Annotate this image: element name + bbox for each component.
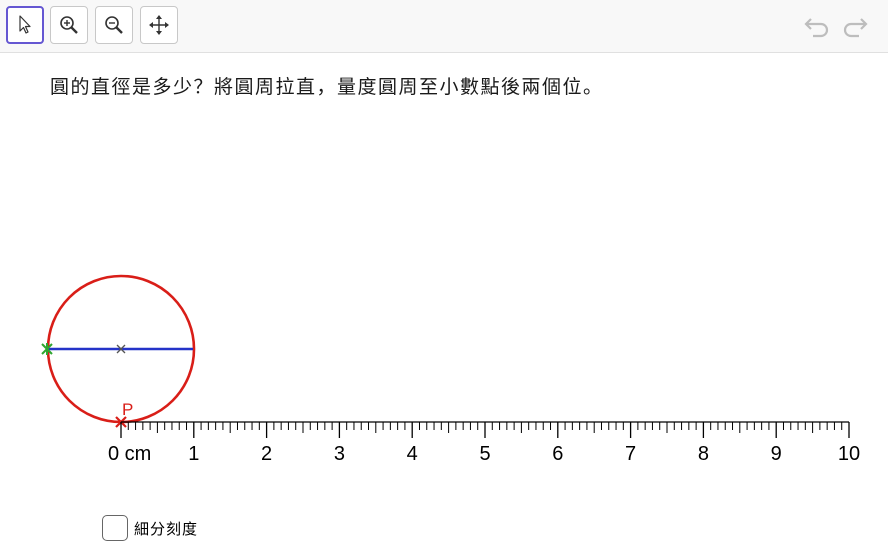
circle-figure[interactable]: P (41, 274, 196, 428)
ruler-tick-label: 10 (838, 443, 860, 465)
ruler-tick-label: 7 (625, 443, 636, 465)
move-arrows-icon (149, 15, 169, 35)
redo-icon (843, 18, 868, 38)
fine-ticks-label: 細分刻度 (134, 519, 199, 538)
ruler-tick-label: 1 (188, 443, 199, 465)
toolbar (0, 0, 888, 53)
fine-ticks-checkbox[interactable] (102, 515, 128, 541)
undo-button[interactable] (802, 12, 834, 40)
undo-icon (804, 18, 829, 38)
zoom-out-button[interactable] (95, 6, 133, 44)
ruler-tick-label: 8 (698, 443, 709, 465)
ruler: 0 cm 1 2 3 4 5 6 7 8 9 10 (108, 421, 860, 465)
fine-ticks-option: 細分刻度 (102, 515, 198, 541)
zoom-in-button[interactable] (50, 6, 88, 44)
zoom-out-icon (105, 16, 123, 34)
redo-button[interactable] (838, 12, 870, 40)
ruler-tick-label: 2 (261, 443, 272, 465)
zoom-in-icon (60, 16, 78, 34)
ruler-tick-label: 6 (552, 443, 563, 465)
ruler-tick-label: 4 (407, 443, 418, 465)
cursor-arrow-icon (19, 15, 31, 34)
ruler-tick-label: 3 (334, 443, 345, 465)
ruler-tick-label: 5 (479, 443, 490, 465)
geometry-canvas[interactable]: P 0 cm 1 2 3 4 5 6 7 8 9 10 (0, 53, 888, 493)
ruler-tick-label: 9 (771, 443, 782, 465)
ruler-tick-label: 0 cm (108, 443, 151, 465)
point-p-label: P (122, 400, 133, 419)
pan-view-button[interactable] (140, 6, 178, 44)
move-tool-button[interactable] (6, 6, 44, 44)
